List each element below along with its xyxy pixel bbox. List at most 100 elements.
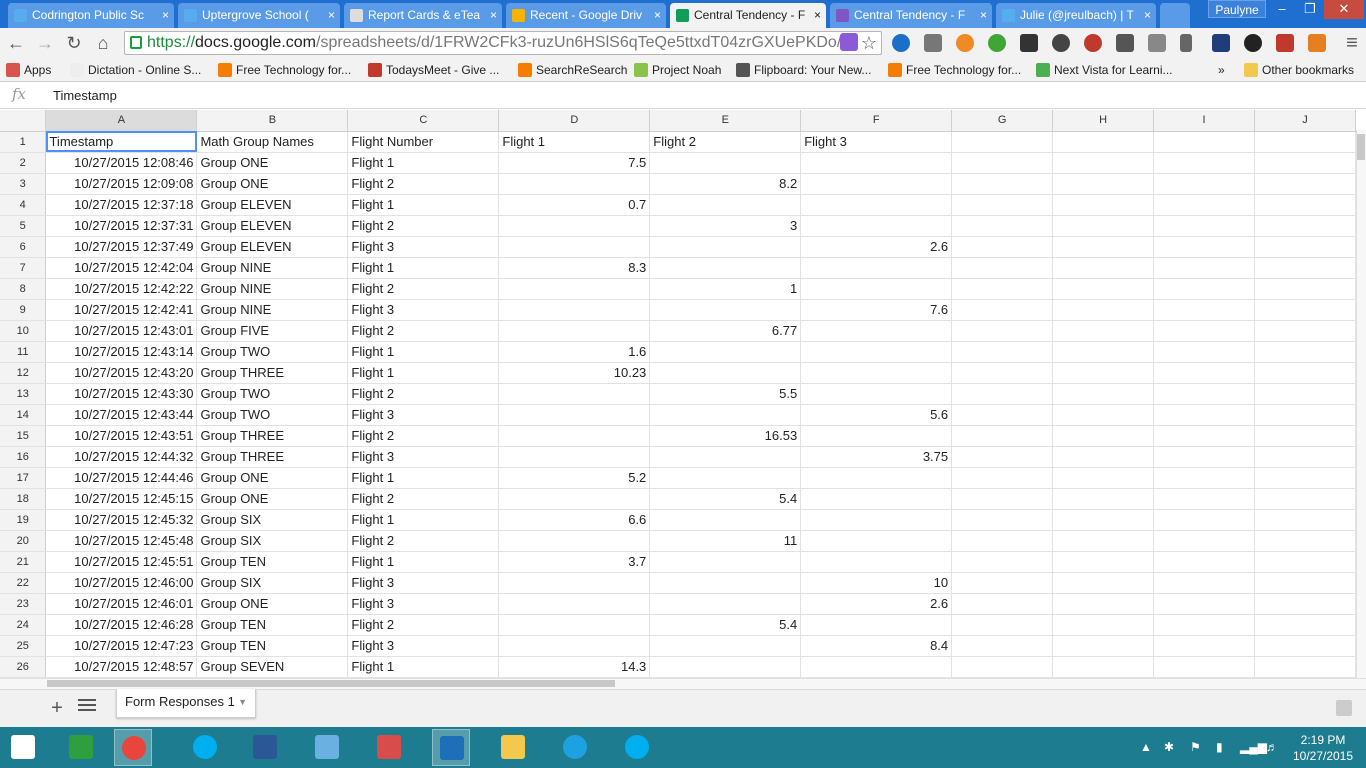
cell-d7[interactable]: 8.3: [498, 257, 651, 279]
row-header[interactable]: 8: [0, 278, 47, 300]
cell-c6[interactable]: Flight 3: [347, 236, 500, 258]
row-header[interactable]: 26: [0, 656, 47, 678]
cell-d5[interactable]: [498, 215, 651, 237]
cell-a13[interactable]: 10/27/2015 12:43:30: [45, 383, 198, 405]
cell-i18[interactable]: [1153, 488, 1255, 510]
add-sheet-button[interactable]: +: [47, 697, 67, 720]
cell-e19[interactable]: [649, 509, 802, 531]
browser-tab[interactable]: Central Tendency - F ×: [670, 3, 826, 28]
bookmark-item[interactable]: Dictation - Online S...: [68, 60, 201, 80]
volume-icon[interactable]: ♬: [1266, 740, 1278, 754]
cell-b15[interactable]: Group THREE: [196, 425, 349, 447]
cell-f3[interactable]: [800, 173, 953, 195]
lync-app[interactable]: [432, 729, 470, 766]
row-header[interactable]: 23: [0, 593, 47, 615]
cell-h11[interactable]: [1052, 341, 1155, 363]
cell-f16[interactable]: 3.75: [800, 446, 953, 468]
row-header[interactable]: 15: [0, 425, 47, 447]
cell-c11[interactable]: Flight 1: [347, 341, 500, 363]
cell-b5[interactable]: Group ELEVEN: [196, 215, 349, 237]
cell-c13[interactable]: Flight 2: [347, 383, 500, 405]
start-button[interactable]: [4, 729, 42, 766]
minimize-icon[interactable]: –: [1268, 0, 1296, 19]
cell-c24[interactable]: Flight 2: [347, 614, 500, 636]
cell-f5[interactable]: [800, 215, 953, 237]
cell-j19[interactable]: [1254, 509, 1356, 531]
address-bar[interactable]: https://docs.google.com/spreadsheets/d/1…: [124, 31, 882, 55]
row-header[interactable]: 9: [0, 299, 47, 321]
cell-f26[interactable]: [800, 656, 953, 678]
other-bookmarks[interactable]: Other bookmarks: [1242, 60, 1354, 80]
cell-f22[interactable]: 10: [800, 572, 953, 594]
cell-e23[interactable]: [649, 593, 802, 615]
cell-b8[interactable]: Group NINE: [196, 278, 349, 300]
cell-g9[interactable]: [951, 299, 1054, 321]
cell-g10[interactable]: [951, 320, 1054, 342]
row-header[interactable]: 10: [0, 320, 47, 342]
column-header-j[interactable]: J: [1254, 110, 1356, 132]
cell-f21[interactable]: [800, 551, 953, 573]
cell-j1[interactable]: [1254, 131, 1356, 153]
cell-d2[interactable]: 7.5: [498, 152, 651, 174]
cell-h17[interactable]: [1052, 467, 1155, 489]
cell-e8[interactable]: 1: [649, 278, 802, 300]
cell-g7[interactable]: [951, 257, 1054, 279]
cell-c23[interactable]: Flight 3: [347, 593, 500, 615]
cell-b3[interactable]: Group ONE: [196, 173, 349, 195]
browser-tab[interactable]: Julie (@jreulbach) | T ×: [996, 3, 1156, 28]
cell-c17[interactable]: Flight 1: [347, 467, 500, 489]
cell-e16[interactable]: [649, 446, 802, 468]
cell-e12[interactable]: [649, 362, 802, 384]
shield-extension-icon[interactable]: [892, 34, 910, 52]
cell-a3[interactable]: 10/27/2015 12:09:08: [45, 173, 198, 195]
cell-d3[interactable]: [498, 173, 651, 195]
cell-d22[interactable]: [498, 572, 651, 594]
cell-d15[interactable]: [498, 425, 651, 447]
cell-e24[interactable]: 5.4: [649, 614, 802, 636]
cell-i7[interactable]: [1153, 257, 1255, 279]
cell-e6[interactable]: [649, 236, 802, 258]
cell-b2[interactable]: Group ONE: [196, 152, 349, 174]
cell-i3[interactable]: [1153, 173, 1255, 195]
cell-e7[interactable]: [649, 257, 802, 279]
cell-j16[interactable]: [1254, 446, 1356, 468]
row-header[interactable]: 17: [0, 467, 47, 489]
row-header[interactable]: 1: [0, 131, 47, 153]
cell-f10[interactable]: [800, 320, 953, 342]
cell-f6[interactable]: 2.6: [800, 236, 953, 258]
cell-a11[interactable]: 10/27/2015 12:43:14: [45, 341, 198, 363]
cell-d10[interactable]: [498, 320, 651, 342]
sheet-tab-form-responses[interactable]: Form Responses 1 ▼: [116, 689, 256, 718]
row-header[interactable]: 13: [0, 383, 47, 405]
cell-h10[interactable]: [1052, 320, 1155, 342]
cell-j14[interactable]: [1254, 404, 1356, 426]
explore-icon[interactable]: [1336, 700, 1352, 716]
bookmark-item[interactable]: Next Vista for Learni...: [1034, 60, 1173, 80]
browser-tab[interactable]: Recent - Google Driv ×: [506, 3, 666, 28]
cell-f1[interactable]: Flight 3: [800, 131, 953, 153]
extension-icon-4[interactable]: [1148, 34, 1166, 52]
row-header[interactable]: 25: [0, 635, 47, 657]
microphone-icon[interactable]: [1180, 34, 1192, 52]
cell-g2[interactable]: [951, 152, 1054, 174]
evernote-icon[interactable]: [988, 34, 1006, 52]
cell-d26[interactable]: 14.3: [498, 656, 651, 678]
row-header[interactable]: 2: [0, 152, 47, 174]
cell-f15[interactable]: [800, 425, 953, 447]
cell-b7[interactable]: Group NINE: [196, 257, 349, 279]
cell-c4[interactable]: Flight 1: [347, 194, 500, 216]
cell-a18[interactable]: 10/27/2015 12:45:15: [45, 488, 198, 510]
cell-b18[interactable]: Group ONE: [196, 488, 349, 510]
cell-b10[interactable]: Group FIVE: [196, 320, 349, 342]
cell-j9[interactable]: [1254, 299, 1356, 321]
reader-icon[interactable]: [1212, 34, 1230, 52]
cell-e26[interactable]: [649, 656, 802, 678]
browser-tab[interactable]: Report Cards & eTea ×: [344, 3, 502, 28]
cell-h19[interactable]: [1052, 509, 1155, 531]
extension-icon-3[interactable]: [1084, 34, 1102, 52]
cell-g4[interactable]: [951, 194, 1054, 216]
cell-j3[interactable]: [1254, 173, 1356, 195]
bookmark-item[interactable]: Flipboard: Your New...: [734, 60, 871, 80]
cell-j12[interactable]: [1254, 362, 1356, 384]
chrome-app[interactable]: [114, 729, 152, 766]
